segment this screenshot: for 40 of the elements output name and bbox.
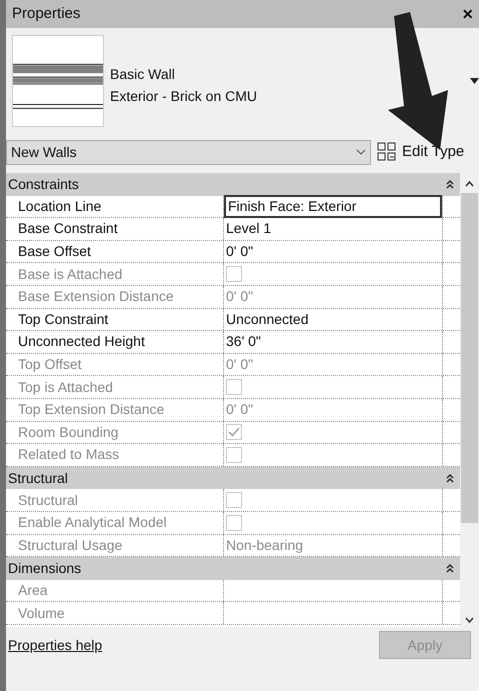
property-label: Enable Analytical Model — [18, 513, 167, 532]
property-value-cell[interactable]: 0' 0" — [224, 240, 442, 262]
wall-family: Basic Wall — [110, 65, 176, 84]
property-label: Top Offset — [18, 355, 82, 374]
section-header[interactable]: Constraints — [6, 173, 460, 196]
property-value-cell[interactable]: Level 1 — [224, 218, 442, 240]
instance-filter-dropdown[interactable]: New Walls — [6, 140, 371, 164]
section-header[interactable]: Structural — [6, 466, 460, 490]
close-button[interactable]: × — [462, 5, 473, 23]
property-label: Related to Mass — [18, 445, 120, 464]
property-value: 0' 0" — [226, 242, 254, 262]
property-value: Finish Face: Exterior — [228, 196, 356, 216]
property-value: 0' 0" — [226, 287, 254, 306]
property-value: Unconnected — [226, 310, 309, 329]
property-label: Structural Usage — [18, 536, 122, 555]
property-value: 0' 0" — [226, 355, 254, 374]
property-value-cell[interactable]: Finish Face: Exterior — [224, 194, 442, 218]
property-label: Top is Attached — [18, 378, 113, 397]
properties-help-link[interactable]: Properties help — [8, 634, 102, 656]
window-title: Properties — [12, 4, 80, 24]
property-label: Area — [18, 580, 48, 600]
property-label: Base Extension Distance — [18, 287, 174, 306]
property-label: Base Constraint — [18, 219, 118, 238]
section-header[interactable]: Dimensions — [6, 557, 460, 580]
property-label: Volume — [18, 604, 65, 623]
property-value-cell[interactable]: Unconnected — [224, 308, 442, 330]
property-label: Unconnected Height — [18, 332, 145, 352]
property-value: Level 1 — [226, 219, 272, 238]
property-label: Base is Attached — [18, 264, 122, 284]
property-label: Location Line — [18, 196, 102, 216]
property-label: Base Offset — [18, 242, 91, 262]
property-value-cell[interactable]: 36' 0" — [224, 331, 442, 353]
property-label: Structural — [18, 490, 78, 510]
property-value: 36' 0" — [226, 332, 261, 352]
property-label: Top Constraint — [18, 310, 108, 329]
property-value: Non-bearing — [226, 536, 304, 555]
property-label: Top Extension Distance — [18, 400, 164, 420]
property-value: 0' 0" — [226, 400, 254, 420]
property-label: Room Bounding — [18, 422, 118, 442]
wall-type: Exterior - Brick on CMU — [110, 87, 258, 106]
